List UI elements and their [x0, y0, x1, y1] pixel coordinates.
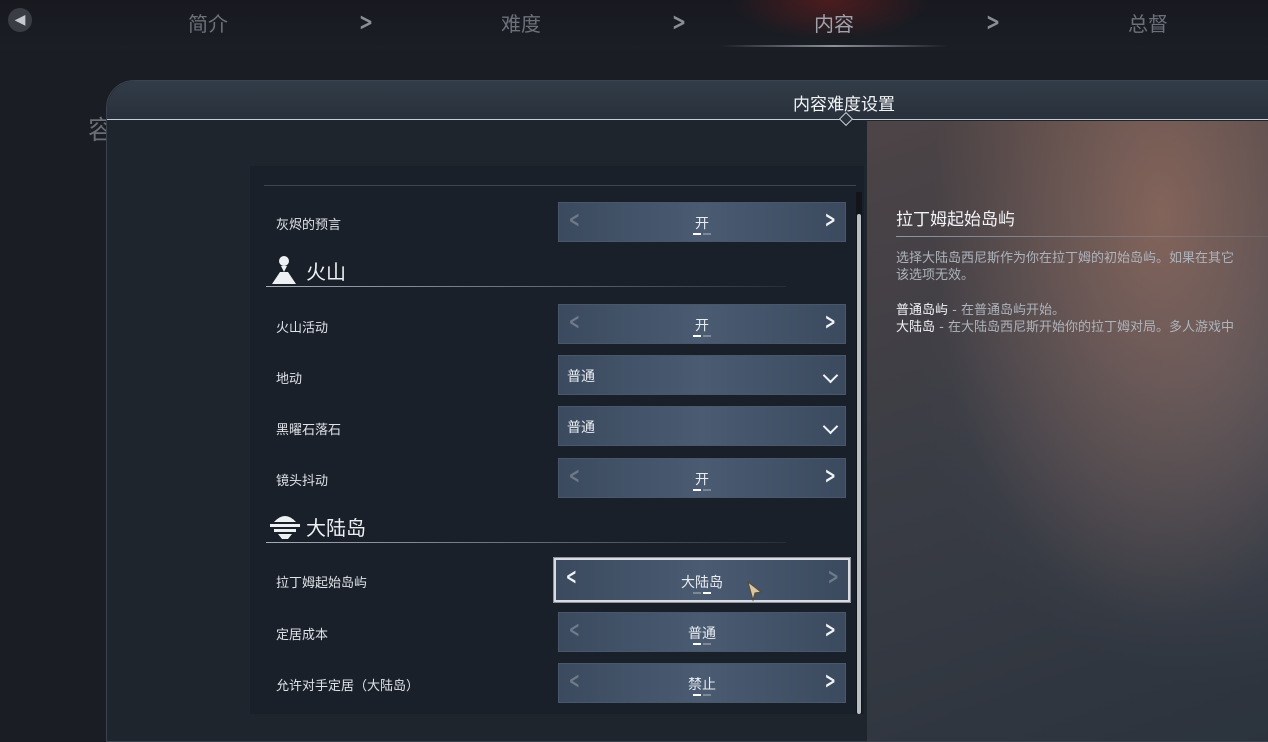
option-indicator [559, 681, 845, 700]
chevron-down-icon[interactable] [822, 367, 839, 384]
option-text: - 在大陆岛西尼斯开始你的拉丁姆对局。多人游戏中 [935, 320, 1234, 335]
section-divider [266, 286, 786, 287]
allow-rival-settle-selector[interactable]: < 禁止 > [558, 663, 846, 703]
chevron-right-icon: > [986, 8, 1001, 36]
divider [264, 185, 856, 186]
step-governor[interactable]: 总督 [1068, 8, 1228, 37]
obsidian-rockfall-value: 普通 [567, 420, 595, 436]
description-title: 拉丁姆起始岛屿 [896, 210, 1015, 230]
section-title: 大陆岛 [306, 516, 366, 540]
volcano-icon [272, 256, 296, 284]
mainland-island-icon [270, 516, 300, 539]
description-text: 该选项无效。 [896, 268, 975, 283]
option-indicator [559, 476, 845, 495]
camera-shake-selector[interactable]: < 开 > [558, 458, 846, 498]
step-intro[interactable]: 简介 [128, 8, 288, 37]
ash-prophecy-selector[interactable]: < 开 > [558, 202, 846, 242]
settings-list: 灰烬的预言 < 开 > 火山 火山活动 < 开 > 地动 普通 黑曜石落石 普通… [250, 166, 864, 714]
earthquake-value: 普通 [567, 369, 595, 385]
chevron-right-icon: > [672, 8, 687, 36]
mouse-cursor-icon [747, 580, 763, 602]
settlement-cost-label: 定居成本 [276, 628, 329, 643]
allow-rival-settle-label: 允许对手定居（大陆岛） [276, 679, 420, 694]
section-title: 火山 [306, 260, 346, 284]
camera-shake-label: 镜头抖动 [276, 474, 329, 489]
option-description: 大陆岛 - 在大陆岛西尼斯开始你的拉丁姆对局。多人游戏中 [896, 316, 1234, 335]
scrollbar-thumb[interactable] [857, 214, 861, 714]
section-volcano: 火山 [266, 252, 786, 287]
earthquake-dropdown[interactable]: 普通 [558, 355, 846, 395]
option-indicator [556, 579, 848, 598]
step-navigation-bar: ◀ 简介 > 难度 > 内容 > 总督 [0, 0, 1268, 50]
panel-title: 内容难度设置 [793, 95, 895, 115]
settlement-cost-selector[interactable]: < 普通 > [558, 612, 846, 652]
latium-start-island-label: 拉丁姆起始岛屿 [276, 576, 368, 591]
ash-prophecy-label: 灰烬的预言 [276, 218, 342, 233]
active-step-underline [720, 45, 948, 47]
description-divider [896, 236, 1268, 237]
volcano-activity-label: 火山活动 [276, 321, 329, 336]
obsidian-rockfall-label: 黑曜石落石 [276, 423, 342, 438]
option-indicator [559, 220, 845, 239]
latium-start-island-selector[interactable]: < 大陆岛 > [554, 558, 850, 602]
section-divider [266, 542, 786, 543]
step-difficulty[interactable]: 难度 [441, 8, 601, 37]
option-name: 大陆岛 [896, 320, 936, 335]
option-indicator [559, 630, 845, 649]
back-arrow-icon[interactable]: ◀ [8, 8, 32, 32]
earthquake-label: 地动 [276, 372, 303, 387]
volcano-activity-selector[interactable]: < 开 > [558, 304, 846, 344]
step-content[interactable]: 内容 [754, 8, 914, 37]
option-indicator [559, 322, 845, 341]
chevron-down-icon[interactable] [822, 418, 839, 435]
panel-header: 内容难度设置 [107, 81, 1268, 120]
chevron-right-icon: > [359, 8, 374, 36]
section-mainland-island: 大陆岛 [266, 508, 786, 543]
obsidian-rockfall-dropdown[interactable]: 普通 [558, 406, 846, 446]
